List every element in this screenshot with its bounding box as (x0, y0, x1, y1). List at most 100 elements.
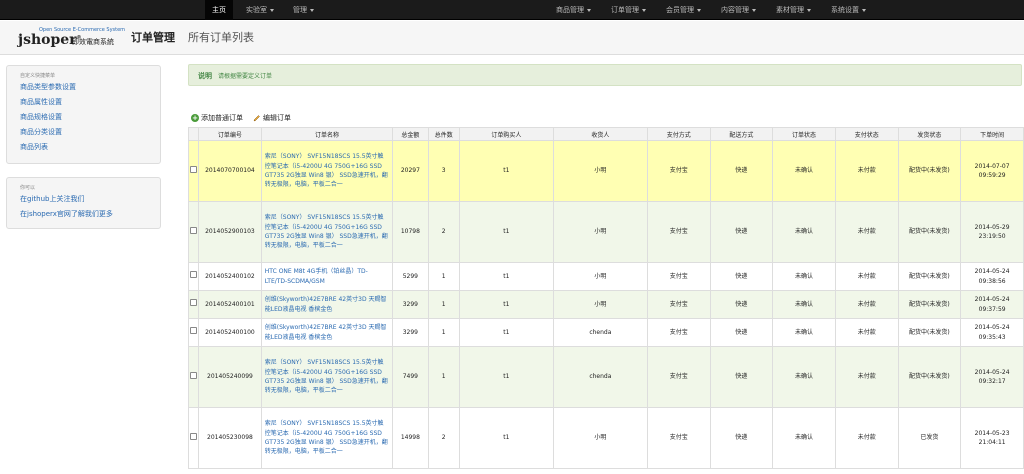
row-checkbox[interactable] (190, 299, 198, 307)
nav-product-manage[interactable]: 商品管理 (549, 0, 598, 20)
chevron-down-icon (642, 8, 646, 12)
quantity-cell: 2 (427, 407, 460, 469)
nav-member-manage[interactable]: 会员管理 (659, 0, 708, 20)
nav-manage[interactable]: 管理 (286, 0, 321, 20)
row-checkbox[interactable] (190, 327, 198, 335)
payment-status-cell: 未付款 (834, 346, 899, 408)
order-date: 2014-05-24 (974, 368, 1010, 376)
row-checkbox[interactable] (190, 371, 198, 379)
total-cell: 3299 (392, 318, 429, 347)
row-checkbox[interactable] (190, 226, 198, 234)
order-name-cell[interactable]: 索尼（SONY） SVF15N18SCS 15.5英寸触控笔记本（i5-4200… (260, 140, 394, 202)
add-order-button[interactable]: + 添加普通订单 (191, 113, 243, 123)
nav-material-manage[interactable]: 素材管理 (769, 0, 818, 20)
shipping-method-cell: 快递 (709, 140, 774, 202)
table-row[interactable]: 2014070700104 索尼（SONY） SVF15N18SCS 15.5英寸… (187, 140, 1024, 202)
sidebar-link-product-attributes[interactable]: 商品属性设置 (7, 95, 160, 110)
edit-order-button[interactable]: 编辑订单 (253, 113, 291, 123)
sidebar-link-github[interactable]: 在github上关注我们 (7, 192, 160, 207)
order-status-cell: 未确认 (772, 318, 836, 347)
sidebar-you-can-heading: 你可以 (20, 185, 36, 191)
table-row[interactable]: 2014052400102 HTC ONE M8t 4G手机（铂丝晶）TD-LTE… (187, 262, 1024, 291)
table-row[interactable]: 2014052900103 索尼（SONY） SVF15N18SCS 15.5英寸… (187, 201, 1024, 263)
col-header-order-time[interactable]: 下单时间 (960, 127, 1024, 141)
order-name-cell[interactable]: HTC ONE M8t 4G手机（铂丝晶）TD-LTE/TD-SCDMA/GSM (260, 262, 394, 291)
order-id-cell: 2014052400101 (198, 290, 262, 319)
sidebar-link-product-list[interactable]: 商品列表 (7, 140, 160, 155)
row-checkbox[interactable] (190, 271, 198, 279)
sidebar-link-product-categories[interactable]: 商品分类设置 (7, 125, 160, 140)
col-header-payment-status[interactable]: 支付状态 (834, 127, 899, 141)
table-row[interactable]: 201405240099 索尼（SONY） SVF15N18SCS 15.5英寸触… (187, 346, 1024, 408)
order-date: 2014-05-24 (974, 268, 1010, 276)
sidebar-quick-menu: 自定义快捷菜单 商品类型参数设置 商品属性设置 商品规格设置 商品分类设置 商品… (6, 65, 161, 164)
shipping-status-cell: 配货中(未发货) (897, 318, 962, 347)
order-name-cell[interactable]: 索尼（SONY） SVF15N18SCS 15.5英寸触控笔记本（i5-4200… (260, 346, 394, 408)
receiver-cell: 小明 (552, 262, 648, 291)
row-select-cell (187, 346, 200, 408)
top-navbar: 主页 实验室 管理 商品管理 订单管理 会员管理 内容管理 素材管理 系统设置 (0, 0, 1024, 20)
nav-system-settings[interactable]: 系统设置 (824, 0, 873, 20)
payment-method-cell: 支付宝 (646, 201, 711, 263)
col-header-shipping-method[interactable]: 配送方式 (709, 127, 774, 141)
nav-system-settings-label: 系统设置 (831, 6, 859, 14)
table-header-row: 订单编号 订单名称 总金额 总件数 订单购买人 收货人 支付方式 配送方式 订单… (187, 127, 1024, 141)
order-time: 09:37:59 (978, 305, 1006, 313)
payment-status-cell: 未付款 (834, 201, 899, 263)
quantity-cell: 1 (427, 346, 460, 408)
order-time: 09:32:17 (978, 378, 1006, 385)
table-row[interactable]: 2014052400100 创维(Skyworth)42E7BRE 42英寸3D … (187, 318, 1024, 347)
payment-status-cell: 未付款 (834, 290, 899, 319)
quantity-cell: 2 (427, 201, 460, 263)
nav-order-manage[interactable]: 订单管理 (604, 0, 653, 20)
nav-home-label: 主页 (212, 6, 226, 14)
col-header-total[interactable]: 总金额 (392, 127, 429, 141)
col-header-quantity[interactable]: 总件数 (427, 127, 460, 141)
add-order-label: 添加普通订单 (201, 114, 243, 122)
table-row[interactable]: 201405230098 索尼（SONY） SVF15N18SCS 15.5英寸触… (187, 407, 1024, 469)
logo-subtitle: 即效電商系統 (72, 38, 114, 46)
orders-table: 订单编号 订单名称 总金额 总件数 订单购买人 收货人 支付方式 配送方式 订单… (187, 127, 1024, 469)
receiver-cell: 小明 (552, 140, 648, 202)
order-name-cell[interactable]: 索尼（SONY） SVF15N18SCS 15.5英寸触控笔记本（i5-4200… (260, 407, 394, 469)
order-time: 09:35:43 (978, 333, 1006, 341)
shipping-method-cell: 快递 (709, 290, 774, 319)
logo-name-text: jshoper (18, 32, 77, 48)
shipping-method-cell: 快递 (709, 201, 774, 263)
plus-icon: + (191, 114, 199, 122)
order-date: 2014-07-07 (974, 162, 1010, 170)
col-header-payment-method[interactable]: 支付方式 (646, 127, 711, 141)
col-header-order-name[interactable]: 订单名称 (260, 127, 394, 141)
table-row[interactable]: 2014052400101 创维(Skyworth)42E7BRE 42英寸3D … (187, 290, 1024, 319)
row-checkbox[interactable] (190, 432, 198, 440)
sidebar-link-product-type-params[interactable]: 商品类型参数设置 (7, 80, 160, 95)
sidebar-link-product-specs[interactable]: 商品规格设置 (7, 110, 160, 125)
nav-lab[interactable]: 实验室 (239, 0, 281, 20)
shipping-method-cell: 快递 (709, 262, 774, 291)
quantity-cell: 1 (427, 262, 460, 291)
pencil-icon (253, 115, 260, 122)
col-header-receiver[interactable]: 收货人 (552, 127, 648, 141)
sidebar-link-official-site[interactable]: 在jshoperx官网了解我们更多 (7, 207, 160, 222)
sidebar-quick-menu-heading: 自定义快捷菜单 (20, 73, 56, 79)
notice-text: 请根据需要定义订单 (218, 73, 273, 80)
shipping-status-cell: 配货中(未发货) (897, 140, 962, 202)
nav-home[interactable]: 主页 (205, 0, 233, 20)
receiver-cell: 小明 (552, 201, 648, 263)
col-header-buyer[interactable]: 订单购买人 (458, 127, 554, 141)
order-name-cell[interactable]: 创维(Skyworth)42E7BRE 42英寸3D 天赐智能LED液晶电视 香… (260, 290, 394, 319)
order-id-cell: 201405230098 (198, 407, 262, 469)
chevron-down-icon (587, 8, 591, 12)
payment-method-cell: 支付宝 (646, 318, 711, 347)
col-header-shipping-status[interactable]: 发货状态 (897, 127, 962, 141)
order-status-cell: 未确认 (772, 407, 836, 469)
row-checkbox[interactable] (190, 165, 198, 173)
order-name-cell[interactable]: 索尼（SONY） SVF15N18SCS 15.5英寸触控笔记本（i5-4200… (260, 201, 394, 263)
col-header-order-id[interactable]: 订单编号 (198, 127, 262, 141)
payment-status-cell: 未付款 (834, 140, 899, 202)
nav-product-manage-label: 商品管理 (556, 6, 584, 14)
payment-method-cell: 支付宝 (646, 262, 711, 291)
col-header-order-status[interactable]: 订单状态 (772, 127, 836, 141)
order-name-cell[interactable]: 创维(Skyworth)42E7BRE 42英寸3D 天赐智能LED液晶电视 香… (260, 318, 394, 347)
nav-content-manage[interactable]: 内容管理 (714, 0, 763, 20)
